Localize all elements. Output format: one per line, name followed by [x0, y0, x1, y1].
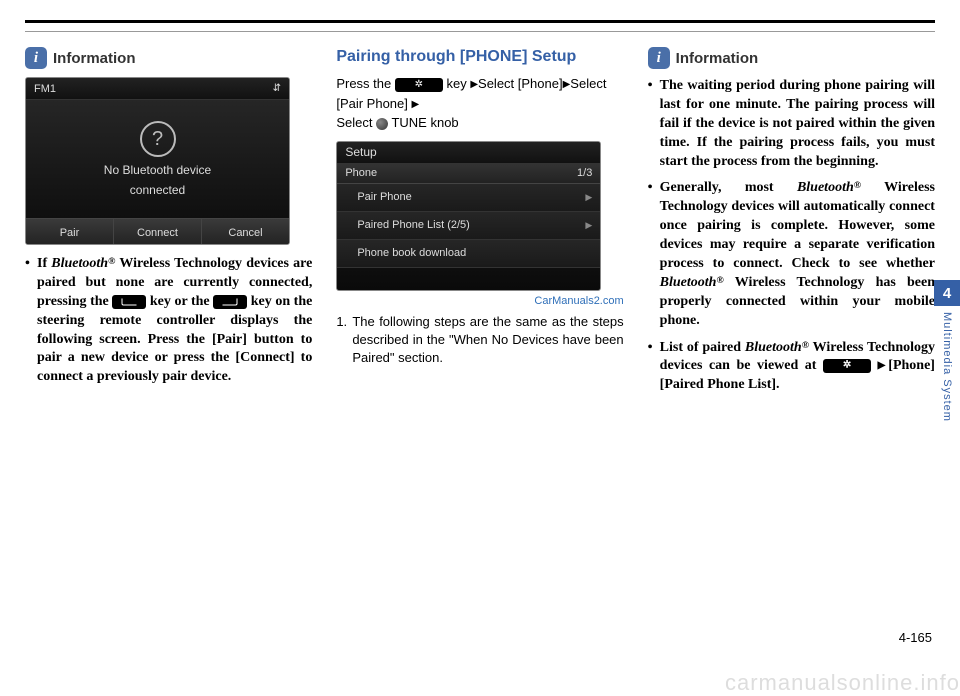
triangle-icon: ▶	[878, 360, 889, 371]
col3-bullet-2: • Generally, most Bluetooth® Wireless Te…	[648, 179, 935, 330]
info-title: Information	[676, 50, 759, 67]
t: key	[443, 76, 470, 91]
chevron-right-icon: ▶	[585, 192, 592, 203]
brand: Bluetooth	[797, 180, 854, 195]
screen1-mode-label: FM1	[34, 83, 56, 95]
t: Generally, most	[660, 180, 797, 195]
info-header: i Information	[648, 47, 935, 69]
brand: Bluetooth	[745, 340, 802, 355]
t: TUNE knob	[391, 115, 458, 130]
step-number: 1.	[336, 313, 352, 368]
footer-watermark: carmanualsonline.info	[725, 670, 960, 696]
page-fraction: 1/3	[577, 167, 592, 179]
screen2-row-paired-list: Paired Phone List (2/5) ▶	[337, 212, 600, 240]
chapter-number-tab: 4	[934, 280, 960, 306]
call-key-icon	[112, 295, 146, 309]
col2-instruction: Press the key ▶Select [Phone]▶Select [Pa…	[336, 74, 623, 133]
bullet-dot: •	[648, 77, 660, 171]
t: List of paired	[660, 340, 745, 355]
col2-step: 1. The following steps are the same as t…	[336, 313, 623, 368]
setup-key-icon	[395, 78, 443, 92]
t: Press the	[336, 76, 395, 91]
info-title: Information	[53, 50, 136, 67]
step-body: The following steps are the same as the …	[352, 313, 623, 368]
info-header: i Information	[25, 47, 312, 69]
t: Phone	[345, 167, 377, 179]
tune-knob-icon	[376, 118, 388, 130]
bluetooth-status-icon: ⇵	[273, 83, 281, 94]
screen2-row-pair-phone: Pair Phone ▶	[337, 184, 600, 212]
t: Phone book download	[357, 247, 466, 259]
screen2-row-phonebook: Phone book download	[337, 240, 600, 268]
t: If	[37, 256, 51, 271]
screen1-body: ? No Bluetooth device connected	[26, 100, 289, 218]
t: Select	[336, 115, 376, 130]
info-icon: i	[648, 47, 670, 69]
bullet-dot: •	[25, 255, 37, 387]
screenshot-setup: Setup Phone 1/3 Pair Phone ▶ Paired Phon…	[336, 141, 601, 291]
side-tab: 4 Multimedia System	[934, 280, 960, 422]
col3-bullet-3: • List of paired Bluetooth® Wireless Tec…	[648, 339, 935, 396]
screen2-title: Setup	[337, 142, 600, 164]
screen1-pair-button: Pair	[26, 219, 114, 245]
bullet-dot: •	[648, 179, 660, 330]
col1-bullet: • If Bluetooth® Wireless Technology devi…	[25, 255, 312, 387]
screen1-button-row: Pair Connect Cancel	[26, 218, 289, 245]
brand: Bluetooth	[51, 256, 108, 271]
setup-key-icon	[823, 359, 871, 373]
col3-b1-text: The waiting period during phone pairing …	[660, 77, 935, 171]
t: Paired Phone List (2/5)	[357, 219, 470, 231]
t: Pair Phone	[357, 191, 411, 203]
triangle-icon: ▶	[411, 99, 419, 110]
screen1-cancel-button: Cancel	[202, 219, 289, 245]
col3-b2-text: Generally, most Bluetooth® Wireless Tech…	[660, 179, 935, 330]
end-key-icon	[213, 295, 247, 309]
info-icon: i	[25, 47, 47, 69]
screenshot-fm1: FM1 ⇵ ? No Bluetooth device connected Pa…	[25, 77, 290, 245]
reg: ®	[802, 340, 809, 351]
screen1-message-line2: connected	[130, 183, 185, 197]
column-3: i Information • The waiting period durin…	[648, 47, 935, 403]
inline-watermark: CarManuals2.com	[336, 295, 623, 307]
screen1-message-line1: No Bluetooth device	[104, 163, 211, 177]
page-number: 4-165	[899, 630, 932, 645]
thin-rule	[25, 31, 935, 32]
t: Select [Phone]	[478, 76, 563, 91]
chevron-right-icon: ▶	[585, 220, 592, 231]
column-1: i Information FM1 ⇵ ? No Bluetooth devic…	[25, 47, 312, 403]
screen2-phone-header: Phone 1/3	[337, 164, 600, 184]
screen1-topbar: FM1 ⇵	[26, 78, 289, 100]
screen1-connect-button: Connect	[114, 219, 202, 245]
bullet-dot: •	[648, 339, 660, 396]
col3-bullet-1: • The waiting period during phone pairin…	[648, 77, 935, 171]
brand: Bluetooth	[660, 275, 717, 290]
header-rule	[25, 20, 935, 23]
reg: ®	[716, 275, 723, 286]
t: key or the	[146, 294, 213, 309]
chapter-label-tab: Multimedia System	[941, 312, 953, 422]
triangle-icon: ▶	[470, 79, 478, 90]
question-icon: ?	[140, 121, 176, 157]
column-2: Pairing through [PHONE] Setup Press the …	[336, 47, 623, 403]
reg: ®	[854, 180, 861, 191]
setup-heading: Pairing through [PHONE] Setup	[336, 47, 623, 66]
col3-b3-text: List of paired Bluetooth® Wireless Techn…	[660, 339, 935, 396]
col1-bullet-text: If Bluetooth® Wireless Technology device…	[37, 255, 312, 387]
